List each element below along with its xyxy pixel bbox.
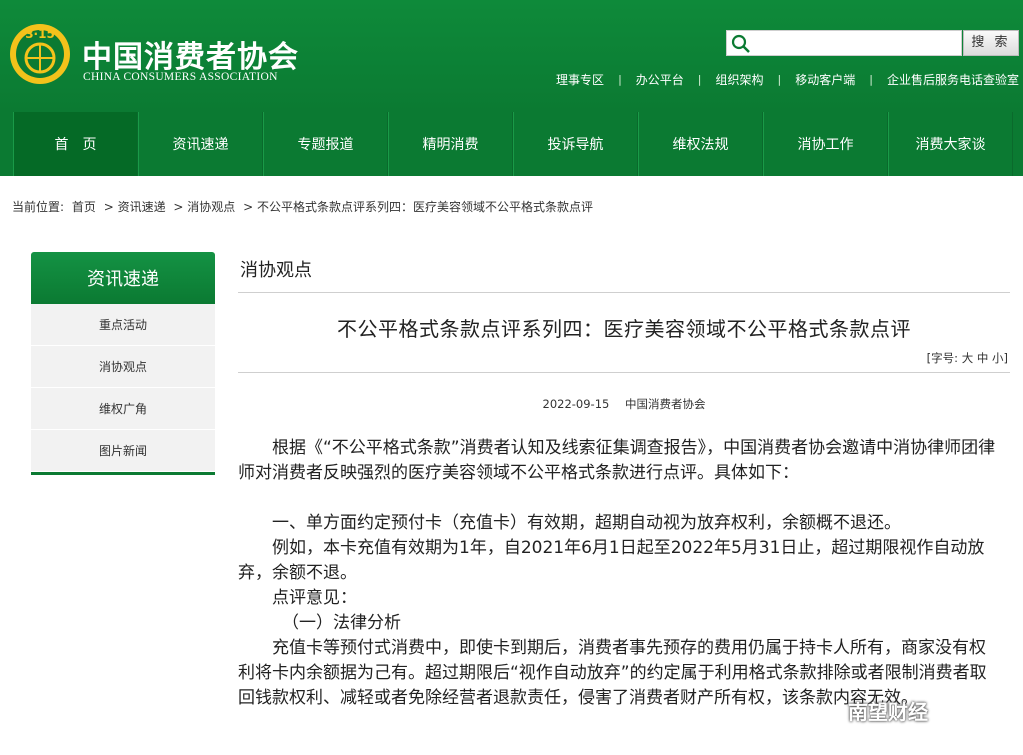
sidebar-item-cca-views[interactable]: 消协观点 — [31, 346, 215, 388]
sidebar-title: 资讯速递 — [31, 252, 215, 304]
breadcrumb-views[interactable]: > 消协观点 — [173, 200, 235, 214]
nav-special-reports[interactable]: 专题报道 — [263, 112, 388, 176]
logo-title[interactable]: 中国消费者协会 — [82, 32, 299, 76]
link-separator: | — [778, 73, 782, 86]
breadcrumb-prefix: 当前位置: — [12, 200, 64, 214]
link-separator: | — [698, 73, 702, 86]
site-header: 3·15 中国消费者协会 CHINA CONSUMERS ASSOCIATION… — [0, 0, 1023, 112]
nav-complaint-guide[interactable]: 投诉导航 — [513, 112, 638, 176]
section-title: 消协观点 — [238, 252, 1010, 293]
breadcrumb-home[interactable]: 首页 — [72, 200, 96, 214]
main-content: 消协观点 不公平格式条款点评系列四：医疗美容领域不公平格式条款点评 [字号: 大… — [238, 252, 1010, 711]
link-separator: | — [869, 73, 873, 86]
article-date: 2022-09-15 — [543, 397, 610, 411]
nav-rights-regulations[interactable]: 维权法规 — [638, 112, 763, 176]
paragraph: 点评意见： — [238, 586, 998, 611]
sidebar-item-key-events[interactable]: 重点活动 — [31, 304, 215, 346]
search-input[interactable] — [755, 33, 959, 53]
logo-subtitle: CHINA CONSUMERS ASSOCIATION — [83, 71, 278, 83]
font-size-switcher[interactable]: [字号: 大 中 小] — [238, 350, 1010, 366]
article-source: 中国消费者协会 — [625, 397, 706, 411]
nav-smart-consumption[interactable]: 精明消费 — [388, 112, 513, 176]
nav-association-work[interactable]: 消协工作 — [763, 112, 888, 176]
nav-news[interactable]: 资讯速递 — [138, 112, 263, 176]
article-body: 根据《“不公平格式条款”消费者认知及线索征集调查报告》，中国消费者协会邀请中消协… — [238, 436, 998, 711]
paragraph: （一）法律分析 — [238, 611, 998, 636]
link-separator: | — [618, 73, 622, 86]
top-links: 理事专区 | 办公平台 | 组织架构 | 移动客户端 | 企业售后服务电话查验室 — [556, 71, 1019, 87]
svg-text:3·15: 3·15 — [25, 27, 55, 41]
paragraph: 例如，本卡充值有效期为1年，自2021年6月1日起至2022年5月31日止，超过… — [238, 536, 998, 586]
search-button[interactable]: 搜 索 — [963, 30, 1019, 56]
breadcrumb-current: > 不公平格式条款点评系列四：医疗美容领域不公平格式条款点评 — [243, 200, 593, 214]
divider — [238, 372, 1010, 373]
link-council-zone[interactable]: 理事专区 — [556, 71, 604, 88]
link-organization[interactable]: 组织架构 — [716, 71, 764, 88]
link-office-platform[interactable]: 办公平台 — [636, 71, 684, 88]
paragraph: 一、单方面约定预付卡（充值卡）有效期，超期自动视为放弃权利，余额概不退还。 — [238, 511, 998, 536]
breadcrumb-news[interactable]: > 资讯速递 — [104, 200, 166, 214]
nav-home[interactable]: 首 页 — [13, 112, 138, 176]
paragraph: 根据《“不公平格式条款”消费者认知及线索征集调查报告》，中国消费者协会邀请中消协… — [238, 436, 998, 486]
search-icon — [731, 34, 751, 54]
link-after-sales-phone[interactable]: 企业售后服务电话查验室 — [887, 71, 1019, 88]
main-nav: 首 页 资讯速递 专题报道 精明消费 投诉导航 维权法规 消协工作 消费大家谈 — [0, 112, 1023, 176]
article-meta: 2022-09-15 中国消费者协会 — [238, 396, 1010, 412]
breadcrumb: 当前位置: 首页 > 资讯速递 > 消协观点 > 不公平格式条款点评系列四：医疗… — [12, 198, 597, 215]
watermark: 南望财经 — [848, 696, 928, 725]
nav-consumer-forum[interactable]: 消费大家谈 — [888, 112, 1013, 176]
paragraph-spacer — [238, 486, 998, 511]
article-title: 不公平格式条款点评系列四：医疗美容领域不公平格式条款点评 — [238, 313, 1010, 342]
sidebar-item-photo-news[interactable]: 图片新闻 — [31, 430, 215, 472]
link-mobile-client[interactable]: 移动客户端 — [795, 71, 855, 88]
search-box — [726, 30, 962, 56]
cca-logo-icon[interactable]: 3·15 — [6, 18, 74, 86]
sidebar-item-rights-angle[interactable]: 维权广角 — [31, 388, 215, 430]
sidebar: 资讯速递 重点活动 消协观点 维权广角 图片新闻 — [31, 252, 215, 475]
sidebar-bottom-bar — [31, 472, 215, 475]
